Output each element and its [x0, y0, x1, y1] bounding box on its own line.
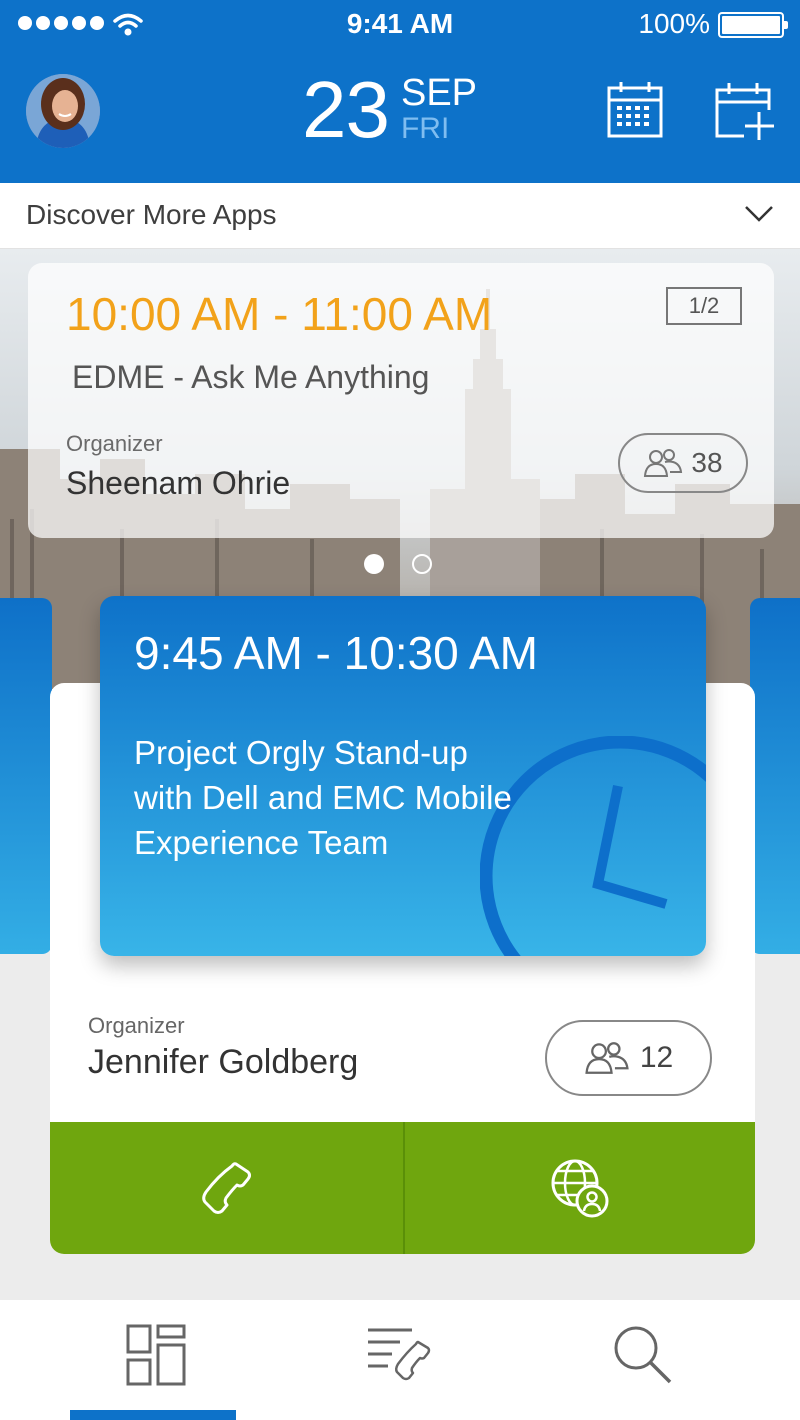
active-tab-indicator — [70, 1410, 236, 1420]
carousel-dots — [364, 554, 432, 574]
battery-icon — [718, 12, 788, 38]
discover-apps-bar[interactable]: Discover More Apps — [0, 183, 800, 249]
calendar-icon[interactable] — [606, 80, 664, 138]
carousel-dot[interactable] — [412, 554, 432, 574]
date-month: SEP — [400, 72, 478, 114]
attendees-button[interactable]: 38 — [618, 433, 748, 493]
organizer-name: Jennifer Goldberg — [88, 1043, 359, 1081]
bottom-tab-bar — [0, 1300, 800, 1420]
carousel-dot-active[interactable] — [364, 554, 384, 574]
date-weekday: FRI — [400, 112, 450, 145]
people-icon — [585, 1042, 629, 1074]
meeting-time: 10:00 AM - 11:00 AM — [66, 288, 493, 340]
next-meeting-card[interactable] — [750, 598, 800, 954]
meeting-card-featured[interactable]: 9:45 AM - 10:30 AM Project Orgly Stand-u… — [100, 596, 706, 956]
page-indicator: 1/2 — [666, 287, 742, 325]
discover-apps-label: Discover More Apps — [26, 199, 277, 230]
join-online-button[interactable] — [402, 1122, 756, 1254]
globe-user-icon — [551, 1159, 609, 1218]
phone-icon — [202, 1162, 252, 1214]
meeting-card-upcoming[interactable]: 10:00 AM - 11:00 AM 1/2 EDME - Ask Me An… — [28, 263, 774, 538]
status-bar: 9:41 AM 100% — [0, 0, 800, 50]
meeting-actions — [50, 1122, 755, 1254]
meeting-time: 9:45 AM - 10:30 AM — [134, 627, 539, 679]
people-icon — [644, 449, 683, 477]
organizer-label: Organizer — [66, 431, 163, 456]
dashboard-grid-icon[interactable] — [126, 1324, 186, 1386]
avatar[interactable] — [26, 74, 100, 148]
chevron-down-icon[interactable] — [744, 205, 774, 223]
battery-percentage: 100% — [638, 8, 710, 39]
current-date: 23 SEP FRI — [302, 70, 477, 150]
search-icon[interactable] — [612, 1324, 674, 1386]
meeting-title: Project Orgly Stand-up with Dell and EMC… — [134, 734, 512, 861]
date-day: 23 — [302, 65, 390, 154]
dial-in-button[interactable] — [50, 1122, 403, 1254]
add-event-icon[interactable] — [714, 80, 776, 142]
meeting-title: EDME - Ask Me Anything — [72, 359, 430, 395]
organizer-name: Sheenam Ohrie — [66, 465, 291, 501]
attendees-button[interactable]: 12 — [545, 1020, 712, 1096]
app-header: 9:41 AM 100% 23 SEP FRI — [0, 0, 800, 183]
attendee-count: 38 — [691, 447, 723, 478]
previous-meeting-card[interactable] — [0, 598, 52, 954]
call-log-icon[interactable] — [366, 1324, 434, 1386]
attendee-count: 12 — [639, 1041, 674, 1074]
organizer-label: Organizer — [88, 1013, 185, 1038]
